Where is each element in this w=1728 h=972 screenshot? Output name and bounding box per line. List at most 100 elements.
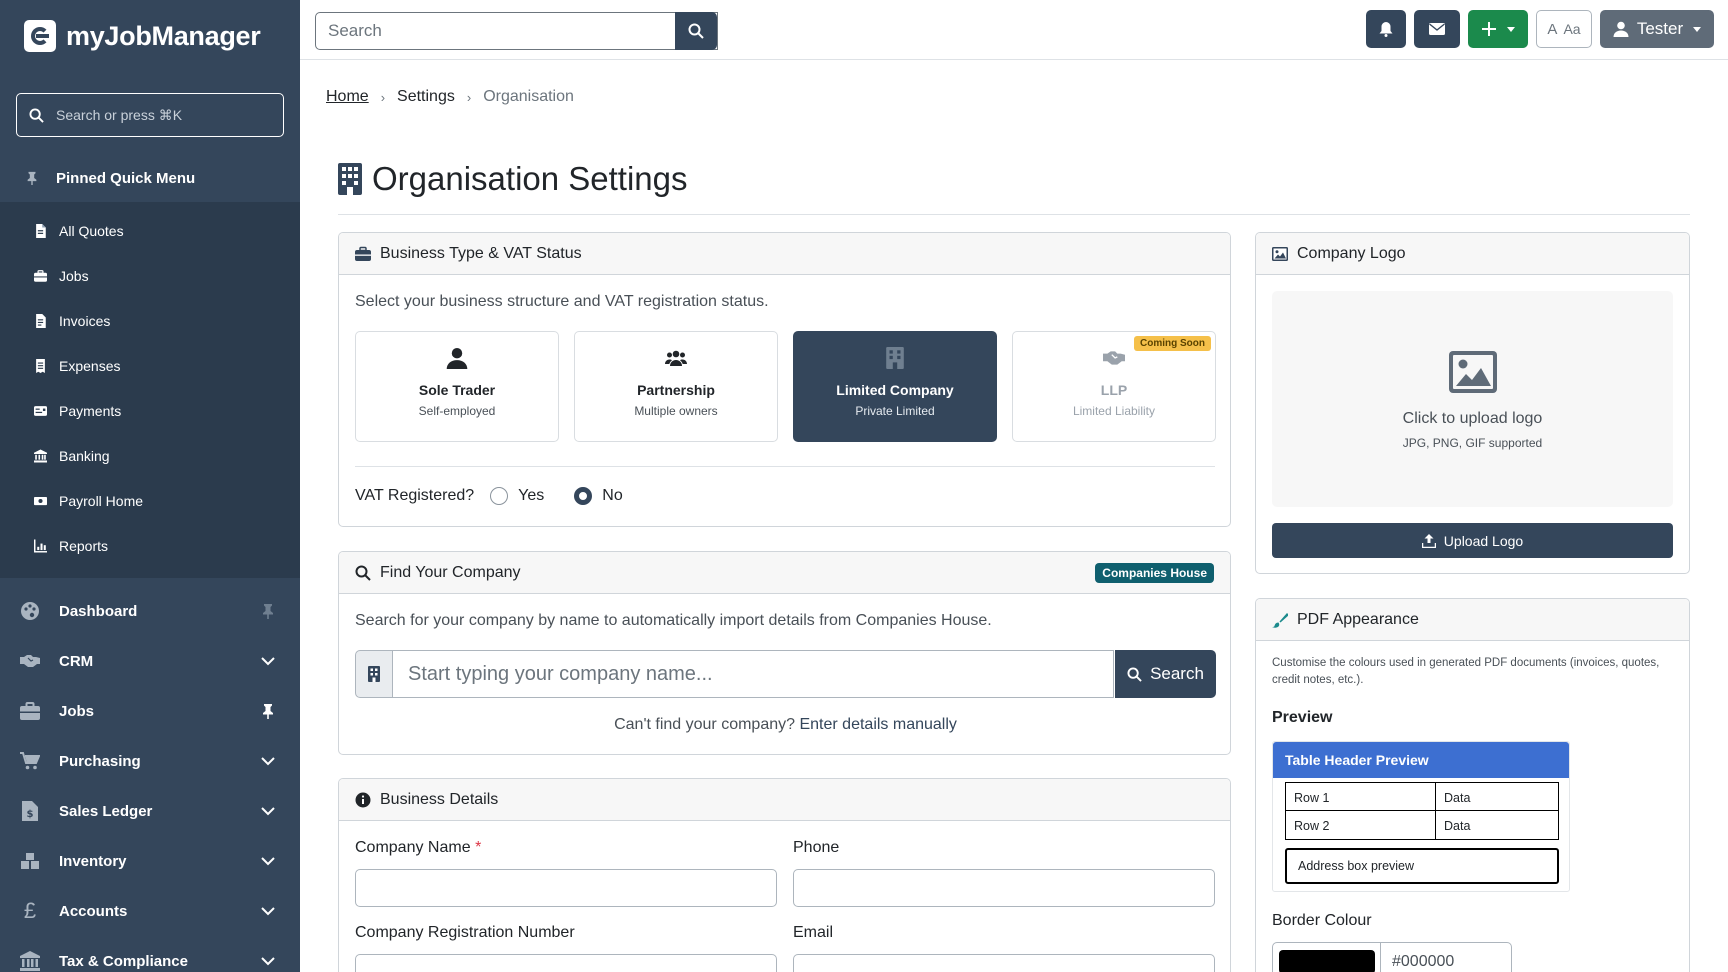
nav-item-crm[interactable]: CRM <box>0 636 300 686</box>
business-type-subtitle: Multiple owners <box>634 404 718 418</box>
chevron-down-icon <box>261 657 275 666</box>
nav-item-tax-compliance[interactable]: Tax & Compliance <box>0 936 300 972</box>
pdf-preview-cell: Data <box>1444 791 1471 805</box>
company-search-input[interactable]: Start typing your company name... <box>392 650 1114 698</box>
building-icon <box>338 163 362 195</box>
chart-icon <box>34 539 47 552</box>
vat-yes-radio[interactable] <box>490 487 509 505</box>
vat-yes-label[interactable]: Yes <box>518 487 544 505</box>
logo-formats-text: JPG, PNG, GIF supported <box>1402 436 1543 450</box>
nav-item-sales-ledger[interactable]: $ Sales Ledger <box>0 786 300 836</box>
pinned-item-payments[interactable]: Payments <box>0 388 300 433</box>
business-details-card-title: Business Details <box>380 790 499 808</box>
upload-logo-button[interactable]: Upload Logo <box>1272 523 1673 558</box>
nav-item-purchasing[interactable]: Purchasing <box>0 736 300 786</box>
info-circle-icon <box>355 792 371 807</box>
user-menu-button[interactable]: Tester <box>1600 10 1714 48</box>
company-search-button[interactable]: Search <box>1115 650 1216 698</box>
pin-icon[interactable] <box>260 703 276 719</box>
business-details-card: Business Details Company Name * Phone Co… <box>338 778 1231 972</box>
user-icon <box>1613 21 1629 37</box>
vat-divider <box>355 466 1215 467</box>
pdf-preview-table: Row 1 Data Row 2 Data <box>1285 782 1559 840</box>
nav-label: CRM <box>59 652 94 670</box>
find-company-card-title: Find Your Company <box>380 563 521 581</box>
nav-item-inventory[interactable]: Inventory <box>0 836 300 886</box>
handshake-icon <box>20 655 40 667</box>
pdf-preview-cell: Row 1 <box>1286 783 1436 810</box>
pinned-item-banking[interactable]: Banking <box>0 433 300 478</box>
notifications-button[interactable] <box>1366 10 1406 48</box>
breadcrumb-separator-icon: › <box>466 89 472 105</box>
sidebar: myJobManager Search or press ⌘K Pinned Q… <box>0 0 300 972</box>
pinned-item-invoices[interactable]: Invoices <box>0 298 300 343</box>
business-type-card: Business Type & VAT Status Select your b… <box>338 232 1231 527</box>
nav-item-dashboard[interactable]: Dashboard <box>0 586 300 636</box>
sidebar-search-input[interactable]: Search or press ⌘K <box>16 93 284 137</box>
border-colour-value-input[interactable]: #000000 <box>1392 953 1454 971</box>
enter-details-manually-link[interactable]: Enter details manually <box>799 716 956 733</box>
pinned-item-all-quotes[interactable]: All Quotes <box>0 208 300 253</box>
pinned-item-label: Payments <box>59 402 122 419</box>
upload-logo-button-label: Upload Logo <box>1443 532 1524 549</box>
logo-upload-dropzone[interactable]: Click to upload logo JPG, PNG, GIF suppo… <box>1272 291 1673 507</box>
pinned-item-reports[interactable]: Reports <box>0 523 300 568</box>
topbar: Search A Aa Tester <box>300 0 1728 60</box>
company-logo-card: Company Logo Click to upload logo JPG, P… <box>1255 232 1690 574</box>
messages-button[interactable] <box>1414 10 1460 48</box>
nav-item-jobs[interactable]: Jobs <box>0 686 300 736</box>
font-size-button[interactable]: A Aa <box>1536 10 1592 48</box>
vat-no-radio[interactable] <box>574 487 593 505</box>
top-search-input[interactable]: Search <box>315 12 718 50</box>
companies-house-badge: Companies House <box>1095 563 1214 583</box>
receipt-icon <box>36 358 45 373</box>
nav-label: Jobs <box>59 702 95 720</box>
pdf-appearance-card-header: PDF Appearance <box>1256 599 1689 641</box>
border-colour-swatch-button[interactable] <box>1273 943 1381 972</box>
company-name-input[interactable] <box>355 869 777 907</box>
pdf-table-header-preview: Table Header Preview <box>1273 742 1569 778</box>
pin-icon[interactable] <box>260 603 276 619</box>
company-name-label: Company Name * <box>355 839 481 857</box>
bell-icon <box>1379 22 1393 37</box>
business-type-sole-trader[interactable]: Sole Trader Self-employed <box>355 331 559 442</box>
business-type-partnership[interactable]: Partnership Multiple owners <box>574 331 778 442</box>
nav-item-accounts[interactable]: £ Accounts <box>0 886 300 936</box>
logo-upload-text: Click to upload logo <box>1402 410 1543 427</box>
find-company-card-header: Find Your Company Companies House <box>339 552 1230 594</box>
phone-input[interactable] <box>793 869 1215 907</box>
company-registration-number-input[interactable] <box>355 954 777 972</box>
building-icon <box>886 347 904 369</box>
breadcrumb-home-link[interactable]: Home <box>326 88 369 106</box>
handshake-icon <box>1103 351 1125 365</box>
top-search-button[interactable] <box>675 12 717 50</box>
nav-label: Tax & Compliance <box>59 952 188 970</box>
create-new-button[interactable] <box>1468 10 1528 48</box>
bank-icon <box>34 449 47 462</box>
breadcrumb-separator-icon: › <box>380 89 386 105</box>
pinned-item-label: Jobs <box>59 267 89 284</box>
business-type-card-header: Business Type & VAT Status <box>339 233 1230 275</box>
company-search-placeholder: Start typing your company name... <box>408 662 713 685</box>
search-icon <box>1127 666 1142 682</box>
brand[interactable]: myJobManager <box>24 20 261 52</box>
business-type-limited-company[interactable]: Limited Company Private Limited <box>793 331 997 442</box>
pdf-appearance-card: PDF Appearance Customise the colours use… <box>1255 598 1690 972</box>
brand-logo-icon <box>24 20 56 52</box>
pinned-item-expenses[interactable]: Expenses <box>0 343 300 388</box>
business-type-title: Sole Trader <box>418 382 496 398</box>
vat-registered-group: VAT Registered? Yes No <box>355 487 623 505</box>
breadcrumb-settings[interactable]: Settings <box>397 88 455 106</box>
vat-no-label[interactable]: No <box>602 487 622 505</box>
users-icon <box>665 350 687 366</box>
business-type-subtitle: Private Limited <box>855 404 935 418</box>
nav-label: Purchasing <box>59 752 141 770</box>
pinned-item-jobs[interactable]: Jobs <box>0 253 300 298</box>
company-name-label-text: Company Name <box>355 839 471 856</box>
nav-label: Sales Ledger <box>59 802 153 820</box>
pinned-quick-menu-header[interactable]: Pinned Quick Menu <box>0 156 300 200</box>
company-search-button-label: Search <box>1150 664 1204 683</box>
email-input[interactable] <box>793 954 1215 972</box>
pinned-item-payroll-home[interactable]: Payroll Home <box>0 478 300 523</box>
chevron-down-icon <box>261 957 275 966</box>
